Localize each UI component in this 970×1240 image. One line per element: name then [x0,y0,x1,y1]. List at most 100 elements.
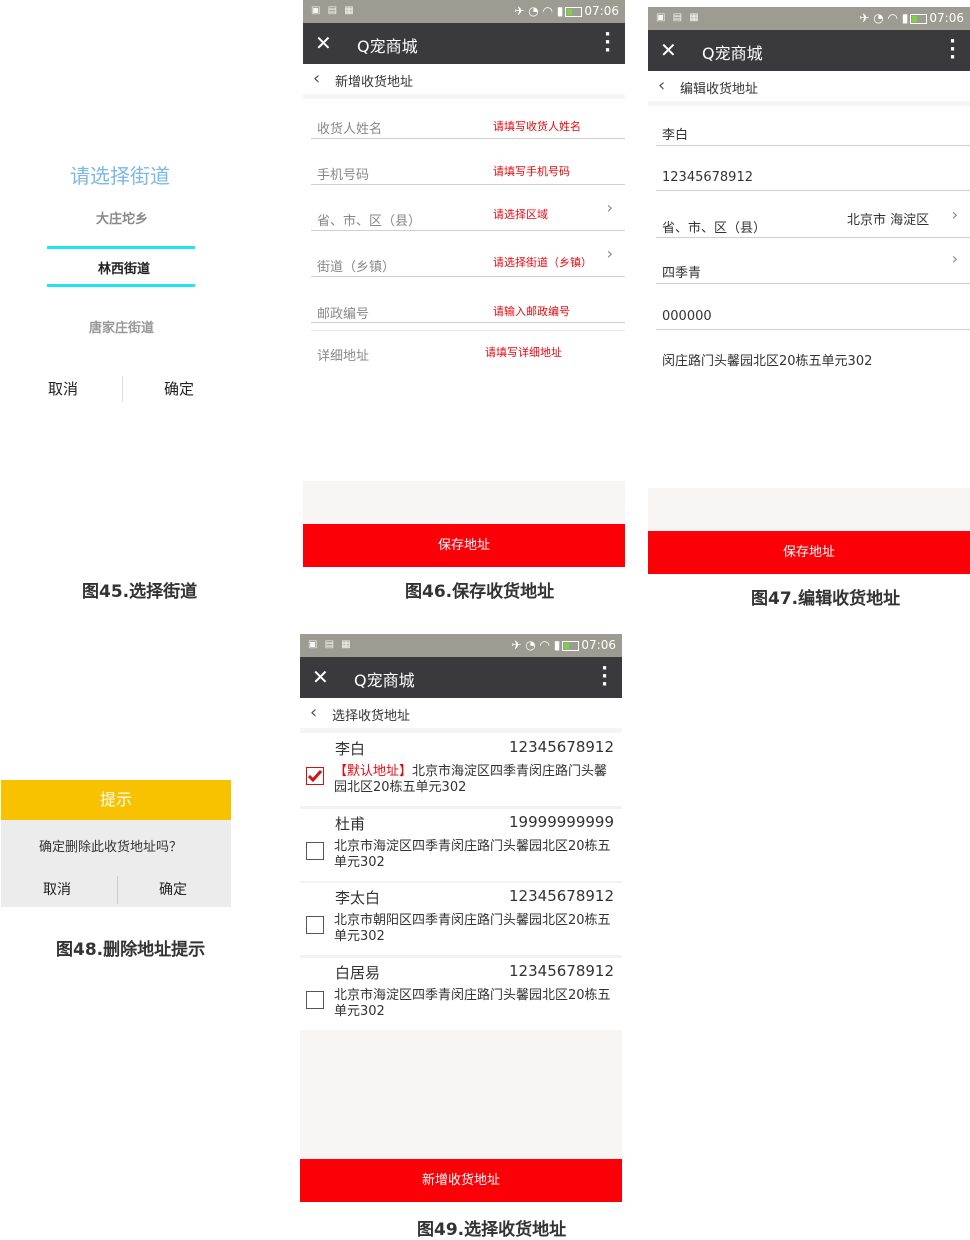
more-icon[interactable]: · · · [604,26,611,60]
more-icon[interactable]: · · · [949,33,956,67]
field-placeholder: 请填写详细地址 [485,346,562,359]
cancel-button[interactable]: 取消 [43,879,71,899]
picker-option[interactable]: 唐家庄街道 [89,317,154,336]
address-item[interactable]: 李太白 12345678912 北京市朝阳区四季青闵庄路门头馨园北区20栋五单元… [300,883,622,958]
detail-field[interactable]: 详细地址 请填写详细地址 [311,330,625,481]
field-label: 省、市、区（县） [317,214,422,229]
field-label: 邮政编号 [317,307,370,322]
clock: 07:06 [929,11,964,25]
region-value: 北京市 海淀区 [847,213,930,228]
name-field[interactable]: 收货人姓名 请填写收货人姓名 [311,100,625,139]
back-icon[interactable]: ‹ [310,702,317,723]
status-right: ✈ ◔ ◠ ▮ 07:06 [511,638,616,652]
region-field[interactable]: 省、市、区（县） 北京市 海淀区 › [656,197,970,238]
address-item[interactable]: 白居易 12345678912 北京市海淀区四季青闵庄路门头馨园北区20栋五单元… [300,958,622,1033]
field-placeholder: 请选择街道（乡镇） [493,256,592,269]
confirm-button[interactable]: 确定 [159,879,187,899]
picker-option[interactable]: 大庄坨乡 [96,208,148,227]
more-icon[interactable]: · · · [601,660,608,694]
field-label: 省、市、区（县） [662,221,767,236]
app-titlebar: ✕ Q宠商城 · · · [648,30,970,71]
phone-screen-new-address: ▣ ▤ ▦ ✈ ◔ ◠ ▮ 07:06 ✕ Q宠商城 · · · ‹ 新增收货地址 收… [303,0,625,567]
chevron-right-icon: › [951,249,958,268]
status-bar: ▣ ▤ ▦ ✈ ◔ ◠ ▮ 07:06 [648,7,970,30]
status-right: ✈ ◔ ◠ ▮ 07:06 [859,11,964,25]
app-title: Q宠商城 [354,671,415,690]
picker-option-selected[interactable]: 林西街道 [98,258,150,277]
address-text: 北京市海淀区四季青闵庄路门头馨园北区20栋五单元302 [334,839,611,870]
field-value: 000000 [662,309,712,324]
field-placeholder: 请选择区域 [493,208,548,221]
recipient-phone: 12345678912 [509,738,614,756]
add-address-button[interactable]: 新增收货地址 [300,1159,622,1202]
recipient-name: 白居易 [335,964,381,982]
save-button[interactable]: 保存地址 [303,524,625,567]
content-spacer [300,1030,622,1159]
checkbox-icon[interactable] [306,767,324,785]
address-text: 北京市朝阳区四季青闵庄路门头馨园北区20栋五单元302 [334,913,611,944]
page-title: 新增收货地址 [335,75,414,90]
field-label: 收货人姓名 [317,122,383,137]
notification-icons: ▣ ▤ ▦ [308,639,353,650]
chevron-right-icon: › [951,205,958,224]
chevron-right-icon: › [606,244,613,263]
field-value: 闵庄路门头馨园北区20栋五单元302 [662,354,873,369]
recipient-phone: 12345678912 [509,887,614,905]
region-field[interactable]: 省、市、区（县） 请选择区域 › [311,190,625,231]
phone-field[interactable]: 12345678912 [656,152,970,191]
save-button[interactable]: 保存地址 [648,531,970,574]
address-item[interactable]: 杜甫 19999999999 北京市海淀区四季青闵庄路门头馨园北区20栋五单元3… [300,809,622,884]
name-field[interactable]: 李白 [656,107,970,146]
caption: 图49.选择收货地址 [417,1220,567,1240]
back-icon[interactable]: ‹ [658,75,665,96]
phone-screen-select-address: ▣ ▤ ▦ ✈ ◔ ◠ ▮ 07:06 ✕ Q宠商城 · · · ‹ 选择收货地址 李… [300,634,622,1202]
notification-icons: ▣ ▤ ▦ [311,5,356,16]
page-title: 编辑收货地址 [680,82,759,97]
close-icon[interactable]: ✕ [315,33,332,53]
page-header: ‹ 选择收货地址 [300,698,622,733]
notification-icons: ▣ ▤ ▦ [656,12,701,23]
address-text: 北京市海淀区四季青闵庄路门头馨园北区20栋五单元302 [334,988,611,1019]
postcode-field[interactable]: 邮政编号 请输入邮政编号 [311,284,625,323]
recipient-name: 李白 [335,740,366,758]
dialog-message: 确定删除此收货地址吗？ [39,840,183,855]
content-spacer [648,488,970,531]
app-titlebar: ✕ Q宠商城 · · · [300,657,622,698]
caption: 图45.选择街道 [82,582,198,602]
clock: 07:06 [581,638,616,652]
back-icon[interactable]: ‹ [313,68,320,89]
checkbox-icon[interactable] [306,991,324,1009]
close-icon[interactable]: ✕ [312,667,329,687]
phone-field[interactable]: 手机号码 请填写手机号码 [311,146,625,185]
street-field[interactable]: 街道（乡镇） 请选择街道（乡镇） › [311,236,625,277]
page-title: 选择收货地址 [332,709,411,724]
status-right: ✈ ◔ ◠ ▮ 07:06 [514,4,619,18]
battery-icon [910,13,928,24]
field-value: 12345678912 [662,170,753,185]
battery-icon [565,6,583,17]
default-badge: 【默认地址】 [334,764,413,779]
postcode-field[interactable]: 000000 [656,291,970,330]
confirm-button[interactable]: 确定 [164,378,194,399]
picker-title: 请选择街道 [70,164,170,188]
page-header: ‹ 编辑收货地址 [648,71,970,106]
checkbox-icon[interactable] [306,842,324,860]
field-label: 街道（乡镇） [317,260,396,275]
app-title: Q宠商城 [357,37,418,56]
field-placeholder: 请输入邮政编号 [493,305,570,318]
street-picker: 请选择街道 大庄坨乡 林西街道 唐家庄街道 取消 确定 [0,140,240,420]
recipient-phone: 19999999999 [509,813,614,831]
field-label: 详细地址 [317,349,370,364]
checkbox-icon[interactable] [306,916,324,934]
field-placeholder: 请填写收货人姓名 [493,120,581,133]
picker-selection-line-top [47,246,195,249]
recipient-phone: 12345678912 [509,962,614,980]
detail-field[interactable]: 闵庄路门头馨园北区20栋五单元302 [656,337,970,487]
field-value: 李白 [662,128,689,143]
field-placeholder: 请填写手机号码 [493,165,570,178]
cancel-button[interactable]: 取消 [48,378,78,399]
address-item[interactable]: 李白 12345678912 【默认地址】北京市海淀区四季青闵庄路门头馨园北区2… [300,734,622,809]
close-icon[interactable]: ✕ [660,40,677,60]
street-field[interactable]: 四季青 › [656,243,970,284]
battery-icon [562,640,580,651]
